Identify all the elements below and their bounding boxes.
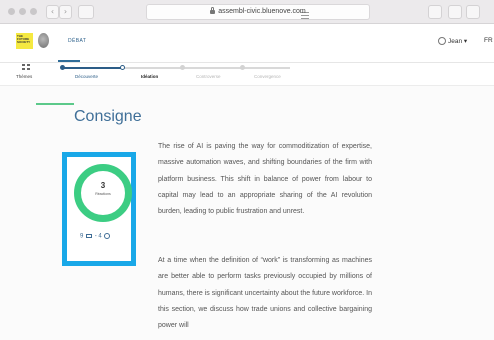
person-icon [104,233,111,239]
browser-titlebar: ‹ › assembl-civic.bluenove.com ↻ [0,0,494,24]
share-button[interactable] [448,5,462,19]
logo-text: THE FUTURE SOCIETY [17,34,31,44]
paragraph-1: The rise of AI is paving the way for com… [158,143,372,216]
stats-separator: - [94,233,97,240]
themes-label[interactable]: Thèmes [16,74,32,79]
phase-label-decouverte[interactable]: Découverte [75,74,98,79]
nav-tab-debat[interactable]: DÉBAT [68,38,86,44]
phase-label-controverse[interactable]: Controverse [196,74,221,79]
site-logo[interactable]: THE FUTURE SOCIETY [16,33,33,49]
user-icon [438,37,446,46]
page-title: Consigne [74,108,142,125]
title-accent-line [36,103,74,105]
lock-icon [210,7,216,15]
phase-label-convergence[interactable]: Convergence [254,74,281,79]
extension-button[interactable] [428,5,442,19]
language-selector[interactable]: FR [484,37,493,44]
address-url: assembl-civic.bluenove.com [218,8,306,15]
messages-count: 9 [80,233,84,240]
partner-logo [38,33,49,48]
envelope-icon [86,234,93,238]
tabs-button[interactable] [466,5,480,19]
phase-track-done [62,67,122,69]
reactions-count: 3 [100,181,106,190]
nav-tab-indicator [58,60,80,62]
phase-track-upcoming [122,67,290,69]
phase-dot-controverse[interactable] [180,65,185,70]
paragraph-2: At a time when the definition of “work” … [158,257,373,330]
reactions-label: Réactions [95,192,111,196]
zoom-window-button[interactable] [30,8,37,15]
participants-count: 4 [98,233,102,240]
minimize-window-button[interactable] [19,8,26,15]
phase-dot-ideation[interactable] [120,65,125,70]
phase-dot-decouverte[interactable] [60,65,65,70]
phase-dot-convergence[interactable] [240,65,245,70]
themes-grid-icon[interactable] [22,64,31,71]
user-menu[interactable]: Jean ▾ [438,37,468,46]
phase-label-ideation[interactable]: Idéation [141,74,158,79]
close-window-button[interactable] [8,8,15,15]
address-bar[interactable]: assembl-civic.bluenove.com ↻ [146,4,370,20]
back-button[interactable]: ‹ [46,5,59,19]
user-name: Jean ▾ [448,38,468,45]
sidebar-toggle-button[interactable] [78,5,94,19]
stats-row: 9 - 4 [80,233,111,240]
browser-window: ‹ › assembl-civic.bluenove.com ↻ THE FUT… [0,0,494,340]
forward-button[interactable]: › [59,5,72,19]
